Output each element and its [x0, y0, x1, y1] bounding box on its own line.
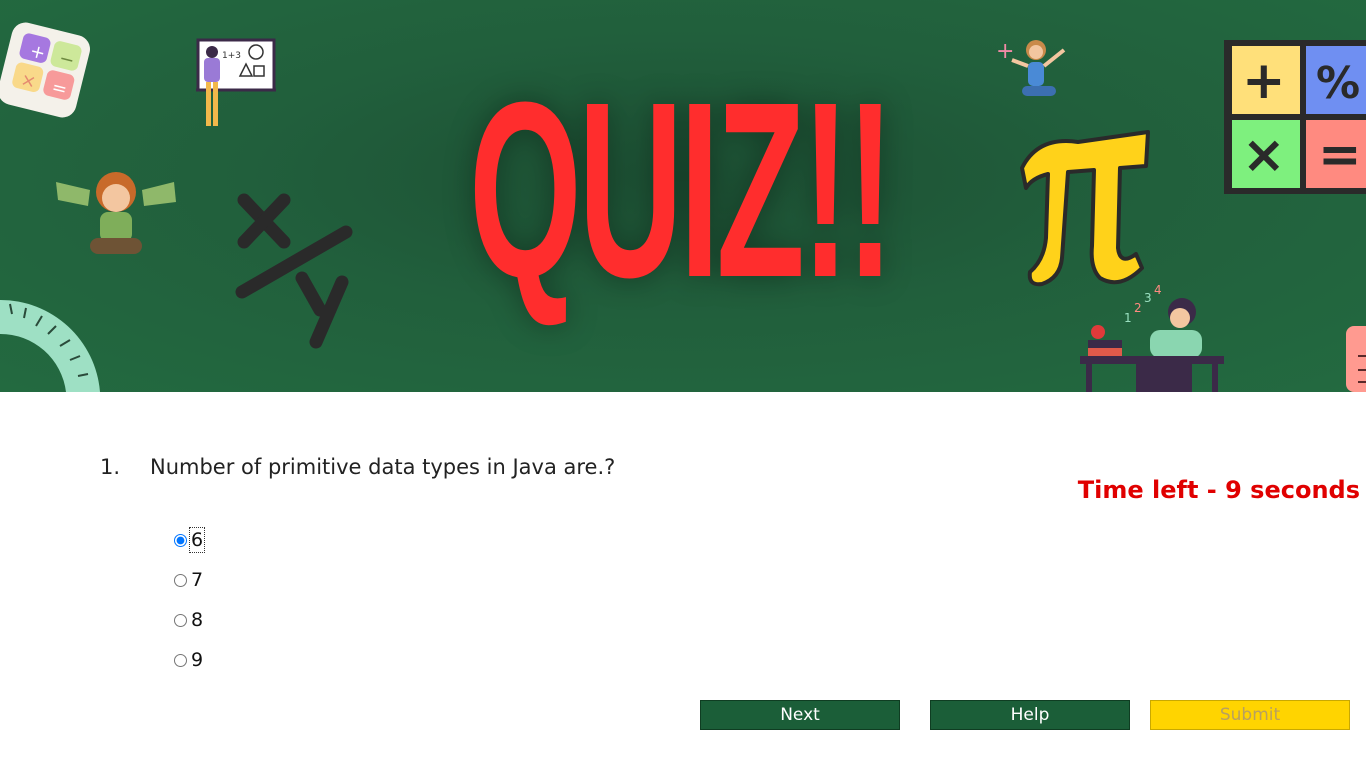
option-6[interactable]: 6 — [172, 520, 206, 560]
protractor-icon — [0, 300, 100, 392]
svg-text:+: + — [996, 39, 1014, 64]
option-label: 6 — [188, 527, 206, 553]
option-radio[interactable] — [174, 533, 187, 547]
svg-text:1+3: 1+3 — [222, 51, 241, 61]
option-9[interactable]: 9 — [172, 640, 203, 680]
boy-with-money-illustration — [56, 172, 176, 254]
option-radio[interactable] — [174, 573, 187, 587]
svg-text:1: 1 — [1124, 311, 1132, 325]
ruler-icon — [1346, 326, 1366, 392]
svg-text:%: % — [1316, 58, 1360, 109]
answer-options: 6 7 8 9 — [172, 520, 206, 680]
quiz-title: QUIZ!! — [468, 50, 895, 329]
pi-symbol — [1020, 130, 1150, 287]
svg-text:3: 3 — [1144, 291, 1152, 305]
next-button[interactable]: Next — [700, 700, 900, 730]
svg-text:2: 2 — [1134, 301, 1142, 315]
operator-grid-icon: + % × = — [1224, 40, 1366, 194]
svg-text:4: 4 — [1154, 284, 1162, 297]
svg-text:=: = — [1318, 125, 1362, 185]
question-number: 1. — [100, 455, 121, 479]
option-8[interactable]: 8 — [172, 600, 203, 640]
svg-text:×: × — [1242, 125, 1286, 185]
student-at-desk-illustration: 1 2 3 4 — [1080, 284, 1224, 392]
question-text: Number of primitive data types in Java a… — [150, 455, 616, 479]
option-label: 7 — [191, 569, 204, 591]
option-label: 9 — [191, 649, 204, 671]
option-radio[interactable] — [174, 653, 187, 667]
option-label: 8 — [191, 609, 204, 631]
timer-text: Time left - 9 seconds — [1077, 476, 1360, 504]
x-over-y-symbol — [235, 193, 353, 349]
option-7[interactable]: 7 — [172, 560, 203, 600]
teacher-whiteboard-illustration: 1+3 — [196, 38, 276, 126]
option-radio[interactable] — [174, 613, 187, 627]
quiz-banner: + − × = 1+3 + + % × = 1 2 3 4 QUIZ!! — [0, 0, 1366, 392]
question: 1. Number of primitive data types in Jav… — [100, 450, 615, 484]
help-button[interactable]: Help — [930, 700, 1130, 730]
girl-with-plus-illustration: + — [996, 39, 1066, 96]
submit-button[interactable]: Submit — [1150, 700, 1350, 730]
math-tiles-icon: + − × = — [0, 22, 91, 118]
svg-text:+: + — [1242, 51, 1286, 111]
